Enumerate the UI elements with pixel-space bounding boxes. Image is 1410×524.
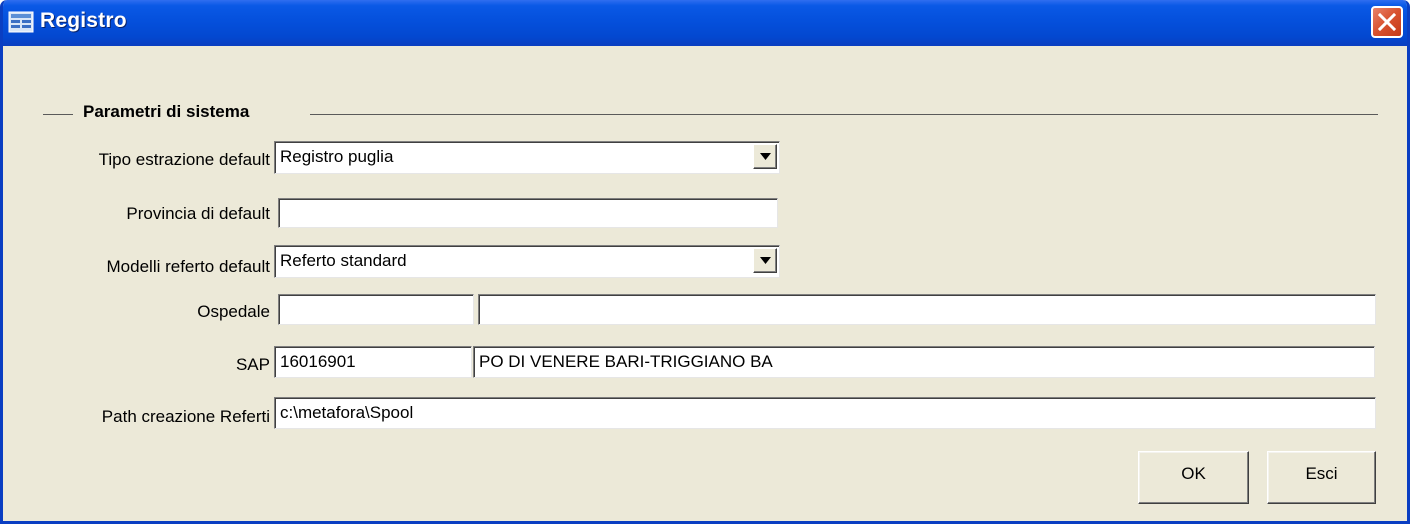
tipo-estrazione-label: Tipo estrazione default: [98, 150, 270, 169]
ok-button-label: OK: [1181, 464, 1206, 483]
ospedale-name-input[interactable]: [478, 294, 1376, 325]
group-divider-right: [310, 114, 1378, 115]
modelli-referto-label: Modelli referto default: [106, 257, 270, 276]
window-title: Registro: [40, 9, 127, 32]
modelli-referto-dropdown-button[interactable]: [753, 248, 777, 273]
modelli-referto-value: Referto standard: [280, 251, 407, 270]
tipo-estrazione-select[interactable]: Registro puglia: [274, 141, 780, 174]
registry-app-icon: [8, 10, 34, 34]
provincia-label: Provincia di default: [126, 204, 270, 223]
sap-code-input[interactable]: 16016901: [274, 346, 472, 378]
dropdown-arrow-icon: [760, 153, 771, 160]
sap-label: SAP: [235, 355, 270, 374]
modelli-referto-select[interactable]: Referto standard: [274, 245, 780, 278]
close-icon: [1378, 13, 1396, 31]
path-input[interactable]: c:\metafora\Spool: [274, 397, 1376, 429]
group-title: Parametri di sistema: [83, 102, 250, 121]
registro-dialog: Registro Parametri di sistema Tipo estra…: [0, 0, 1410, 524]
sap-name-input[interactable]: PO DI VENERE BARI-TRIGGIANO BA: [473, 346, 1375, 378]
esci-button[interactable]: Esci: [1267, 451, 1376, 504]
tipo-estrazione-dropdown-button[interactable]: [753, 144, 777, 169]
provincia-input[interactable]: [278, 198, 778, 228]
path-label: Path creazione Referti: [101, 407, 270, 426]
ospedale-label: Ospedale: [197, 302, 270, 321]
close-button[interactable]: [1371, 6, 1403, 38]
tipo-estrazione-value: Registro puglia: [280, 147, 394, 166]
ok-button[interactable]: OK: [1138, 451, 1249, 504]
title-bar[interactable]: Registro: [3, 0, 1407, 46]
esci-button-label: Esci: [1305, 464, 1338, 483]
dropdown-arrow-icon: [760, 257, 771, 264]
group-divider-left: [43, 114, 73, 115]
ospedale-code-input[interactable]: [278, 294, 474, 325]
